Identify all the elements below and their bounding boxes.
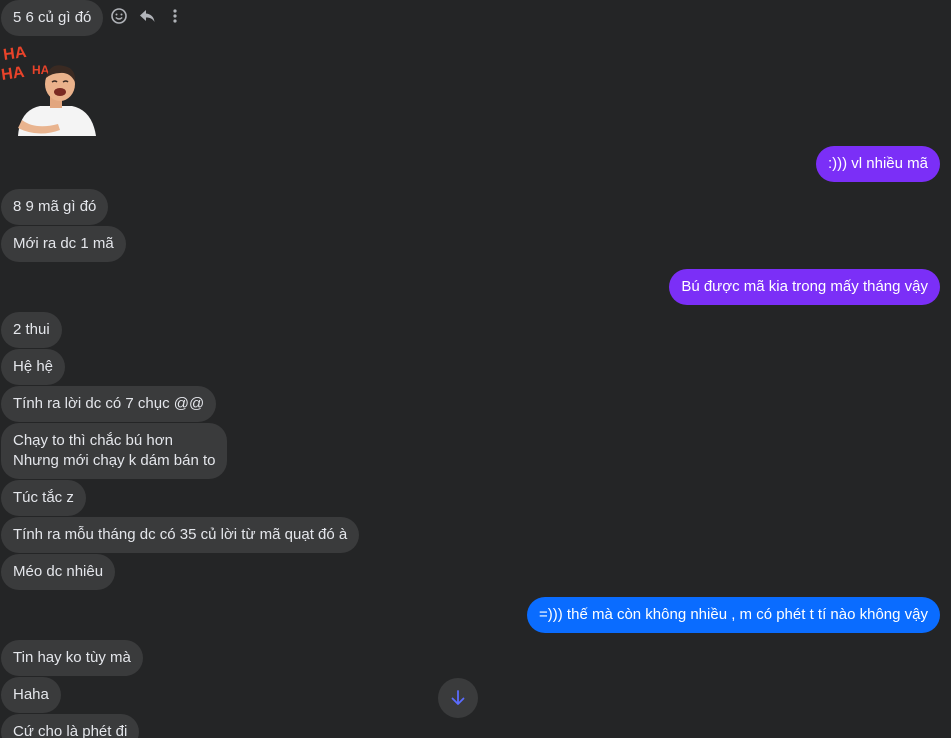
haha-laughing-man-sticker[interactable]: HA HA HA (0, 40, 100, 140)
incoming-message[interactable]: Cứ cho là phét đi (1, 714, 140, 738)
message-text: =))) thế mà còn không nhiều , m có phét … (539, 606, 928, 623)
incoming-message[interactable]: 2 thui (1, 312, 62, 348)
incoming-message[interactable]: 5 6 củ gì đó (1, 0, 104, 36)
scroll-to-bottom-button[interactable] (438, 678, 478, 718)
message-text: Tính ra lời dc có 7 chục @@ (13, 395, 205, 412)
sticker-text: HA (2, 44, 28, 64)
incoming-message[interactable]: Haha (1, 677, 61, 713)
message-text: :))) vl nhiều mã (827, 155, 928, 172)
message-text: Túc tắc z (13, 489, 74, 506)
message-text: Mới ra dc 1 mã (13, 235, 114, 252)
message-text: Tin hay ko tùy mà (13, 649, 131, 666)
incoming-message[interactable]: Mới ra dc 1 mã (1, 226, 126, 262)
message-text: Bú được mã kia trong mấy tháng vậy (681, 278, 928, 295)
message-text: Hệ hệ (13, 358, 54, 375)
more-vertical-icon[interactable] (166, 7, 184, 25)
outgoing-message[interactable]: =))) thế mà còn không nhiều , m có phét … (527, 597, 940, 633)
incoming-message[interactable]: Tính ra mỗu tháng dc có 35 củ lời từ mã … (1, 517, 360, 553)
incoming-message[interactable]: Tính ra lời dc có 7 chục @@ (1, 386, 217, 422)
message-text: Méo dc nhiêu (13, 563, 104, 580)
reply-icon[interactable] (138, 7, 156, 25)
message-text: 5 6 củ gì đó (13, 9, 92, 26)
message-text: 8 9 mã gì đó (13, 198, 97, 215)
outgoing-message[interactable]: :))) vl nhiều mã (815, 146, 940, 182)
message-line: Chạy to thì chắc bú hơn (13, 432, 173, 449)
sticker-text: HA (0, 64, 26, 84)
message-text: Cứ cho là phét đi (13, 723, 128, 738)
arrow-down-icon (451, 690, 465, 705)
message-line: Nhưng mới chạy k dám bán to (13, 452, 216, 469)
message-text: Tính ra mỗu tháng dc có 35 củ lời từ mã … (13, 526, 348, 543)
incoming-message[interactable]: Hệ hệ (1, 349, 66, 385)
incoming-message[interactable]: Méo dc nhiêu (1, 554, 116, 590)
incoming-message[interactable]: Túc tắc z (1, 480, 86, 516)
incoming-message[interactable]: 8 9 mã gì đó (1, 189, 109, 225)
message-text: Haha (13, 686, 49, 703)
message-thread: 5 6 củ gì đó HA HA HA:))) vl nhiều mã 8… (0, 0, 951, 738)
message-text: 2 thui (13, 321, 50, 338)
message-actions (110, 4, 184, 28)
incoming-message[interactable]: Tin hay ko tùy mà (1, 640, 143, 676)
outgoing-message[interactable]: Bú được mã kia trong mấy tháng vậy (669, 269, 940, 305)
smiley-icon[interactable] (110, 7, 128, 25)
incoming-message-multiline[interactable]: Chạy to thì chắc bú hơn Nhưng mới chạy k… (1, 423, 228, 479)
